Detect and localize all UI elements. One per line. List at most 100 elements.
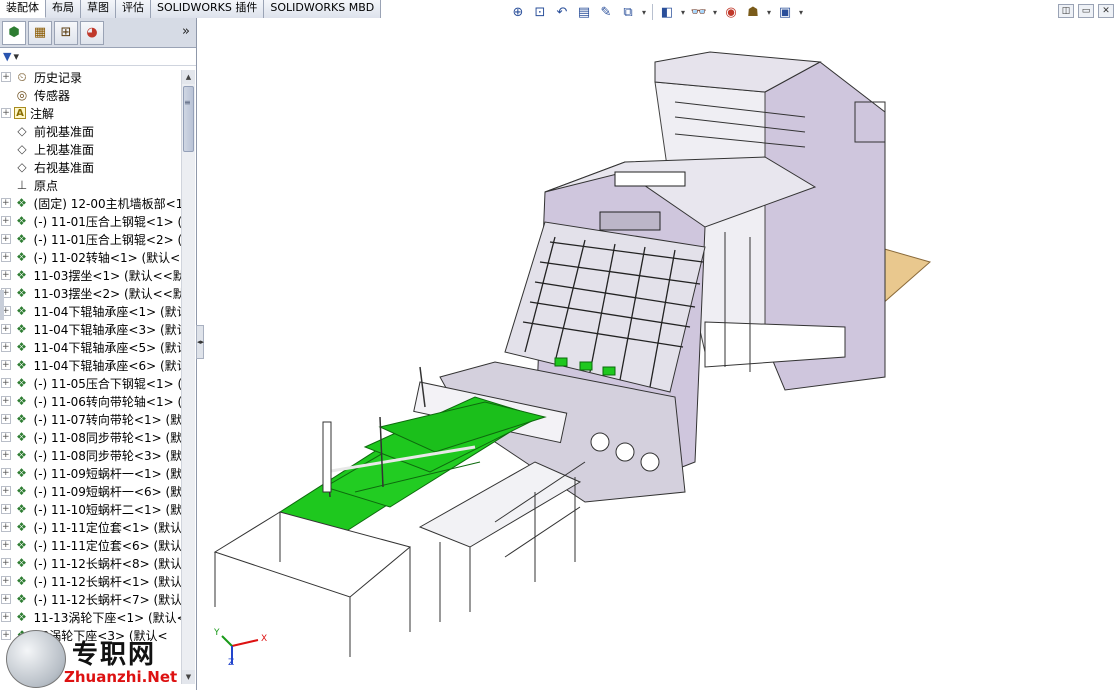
expand-icon[interactable]: + [1,450,11,460]
tree-item[interactable]: + ❖ 11-03摆坐<2> (默认<<默 [0,284,182,302]
panel-more-icon[interactable]: » [182,24,190,39]
tree-item[interactable]: + ❖ (-) 11-12长蜗杆<1> (默认 [0,572,182,590]
display-manager-tab-icon[interactable]: ◕ [80,20,104,45]
expand-icon[interactable]: + [1,414,11,424]
tree-item[interactable]: + ❖ (-) 11-09短蜗杆一<6> (默 [0,482,182,500]
tree-item[interactable]: + ❖ (-) 11-05压合下钢辊<1> ( [0,374,182,392]
expand-icon[interactable]: + [1,486,11,496]
scroll-up-icon[interactable]: ▲ [182,70,195,84]
tree-item-label: 历史记录 [34,70,83,85]
chevron-down-icon[interactable]: ▾ [640,2,648,22]
graphics-area[interactable] [205,22,1118,690]
watermark-en: Zhuanzhi.Net [64,668,178,686]
tree-item[interactable]: + ❖ 11-13涡轮下座<1> (默认< [0,608,182,626]
tree-item[interactable]: + ❖ 11-03摆坐<1> (默认<<默 [0,266,182,284]
expand-icon[interactable]: + [1,216,11,226]
feature-manager-panel: ⬢ ▦ ⊞ ◕ » ▼ ▾ + ⏲ 历史记录 ◎ 传感器 + A 注解 ◇ 前视基准面 ◇ 上视基准面… [0,18,197,690]
tree-item[interactable]: ◇ 上视基准面 [0,140,182,158]
tree-item[interactable]: ◎ 传感器 [0,86,182,104]
display-style-icon[interactable]: ◧ [657,2,677,22]
configuration-manager-tab-icon[interactable]: ⊞ [54,20,78,45]
tree-item[interactable]: + ❖ (-) 11-12长蜗杆<7> (默认 [0,590,182,608]
command-manager-tabs: 装配体 布局 草图 评估 SOLIDWORKS 插件 SOLIDWORKS MBD [0,0,382,18]
tab-2[interactable]: 草图 [81,0,116,18]
apply-scene-icon[interactable]: ☗ [743,2,763,22]
expand-icon[interactable]: + [1,594,11,604]
tree-item[interactable]: ◇ 前视基准面 [0,122,182,140]
tree-item[interactable]: + ❖ (-) 11-06转向带轮轴<1> ( [0,392,182,410]
tab-0[interactable]: 装配体 [0,0,46,18]
tree-item[interactable]: + ❖ 11-04下辊轴承座<5> (默认 [0,338,182,356]
expand-icon[interactable]: + [1,540,11,550]
restore-icon[interactable]: ◫ [1058,4,1074,18]
chevron-down-icon[interactable]: ▾ [679,2,687,22]
hide-show-icon[interactable]: 👓 [689,2,709,22]
tree-item[interactable]: ◇ 右视基准面 [0,158,182,176]
scrollbar-thumb[interactable] [183,86,194,152]
expand-icon[interactable]: + [1,504,11,514]
tree-item[interactable]: + ❖ 11-04下辊轴承座<3> (默认 [0,320,182,338]
tree-item[interactable]: + ❖ (-) 11-02转轴<1> (默认<< [0,248,182,266]
tree-item-label: 前视基准面 [34,124,95,139]
tree-item[interactable]: + ❖ (-) 11-12长蜗杆<8> (默认 [0,554,182,572]
sensor-icon: ◎ [16,88,28,102]
tree-scrollbar[interactable]: ▲ ≡ ▼ [181,70,195,684]
left-grip[interactable] [0,290,4,320]
expand-icon[interactable]: + [1,72,11,82]
tab-1[interactable]: 布局 [46,0,81,18]
feature-manager-tab-icon[interactable]: ⬢ [2,20,26,45]
tree-item[interactable]: + ❖ (固定) 12-00主机墙板部<1 [0,194,182,212]
chevron-down-icon[interactable]: ▾ [711,2,719,22]
section-view-icon[interactable]: ▤ [574,2,594,22]
tree-item[interactable]: + ❖ (-) 11-09短蜗杆一<1> (默 [0,464,182,482]
previous-view-icon[interactable]: ↶ [552,2,572,22]
tree-item[interactable]: + ❖ (-) 11-07转向带轮<1> (默 [0,410,182,428]
tree-item-label: (-) 11-12长蜗杆<1> (默认 [33,574,182,589]
tree-item[interactable]: + ⏲ 历史记录 [0,68,182,86]
tab-5[interactable]: SOLIDWORKS MBD [264,0,382,18]
expand-icon[interactable]: + [1,270,11,280]
expand-icon[interactable]: + [1,522,11,532]
expand-icon[interactable]: + [1,324,11,334]
filter-dropdown-icon[interactable]: ▾ [13,50,19,63]
filter-icon[interactable]: ▼ [3,50,11,63]
expand-icon[interactable]: + [1,612,11,622]
zoom-area-icon[interactable]: ⊡ [530,2,550,22]
expand-icon[interactable]: + [1,360,11,370]
expand-icon[interactable]: + [1,396,11,406]
tree-item[interactable]: + ❖ (-) 11-11定位套<6> (默认 [0,536,182,554]
tab-4[interactable]: SOLIDWORKS 插件 [151,0,265,18]
tree-item[interactable]: + ❖ (-) 11-10短蜗杆二<1> (默 [0,500,182,518]
expand-icon[interactable]: + [1,234,11,244]
tree-item[interactable]: + ❖ (-) 11-01压合上钢辊<2> ( [0,230,182,248]
dynamic-annotation-icon[interactable]: ✎ [596,2,616,22]
tree-item[interactable]: + A 注解 [0,104,182,122]
tree-item[interactable]: + ❖ (-) 11-08同步带轮<1> (默 [0,428,182,446]
tree-item[interactable]: + ❖ 11-04下辊轴承座<6> (默认 [0,356,182,374]
view-settings-icon[interactable]: ▣ [775,2,795,22]
expand-icon[interactable]: + [1,198,11,208]
expand-icon[interactable]: + [1,558,11,568]
expand-icon[interactable]: + [1,378,11,388]
close-icon[interactable]: ✕ [1098,4,1114,18]
tree-item[interactable]: + ❖ (-) 11-08同步带轮<3> (默 [0,446,182,464]
expand-icon[interactable]: + [1,432,11,442]
expand-icon[interactable]: + [1,342,11,352]
property-manager-tab-icon[interactable]: ▦ [28,20,52,45]
tree-item[interactable]: + ❖ (-) 11-01压合上钢辊<1> ( [0,212,182,230]
tile-icon[interactable]: ▭ [1078,4,1094,18]
tab-3[interactable]: 评估 [116,0,151,18]
expand-icon[interactable]: + [1,252,11,262]
view-orientation-icon[interactable]: ⧉ [618,2,638,22]
edit-appearance-icon[interactable]: ◉ [721,2,741,22]
tree-item[interactable]: + ❖ (-) 11-11定位套<1> (默认 [0,518,182,536]
expand-icon[interactable]: + [1,576,11,586]
chevron-down-icon[interactable]: ▾ [797,2,805,22]
zoom-to-fit-icon[interactable]: ⊕ [508,2,528,22]
tree-item[interactable]: + ❖ 11-04下辊轴承座<1> (默认 [0,302,182,320]
tree-item[interactable]: ⊥ 原点 [0,176,182,194]
expand-icon[interactable]: + [1,108,11,118]
expand-icon[interactable]: + [1,468,11,478]
panel-collapse-handle[interactable]: ◂▸ [196,325,204,359]
chevron-down-icon[interactable]: ▾ [765,2,773,22]
